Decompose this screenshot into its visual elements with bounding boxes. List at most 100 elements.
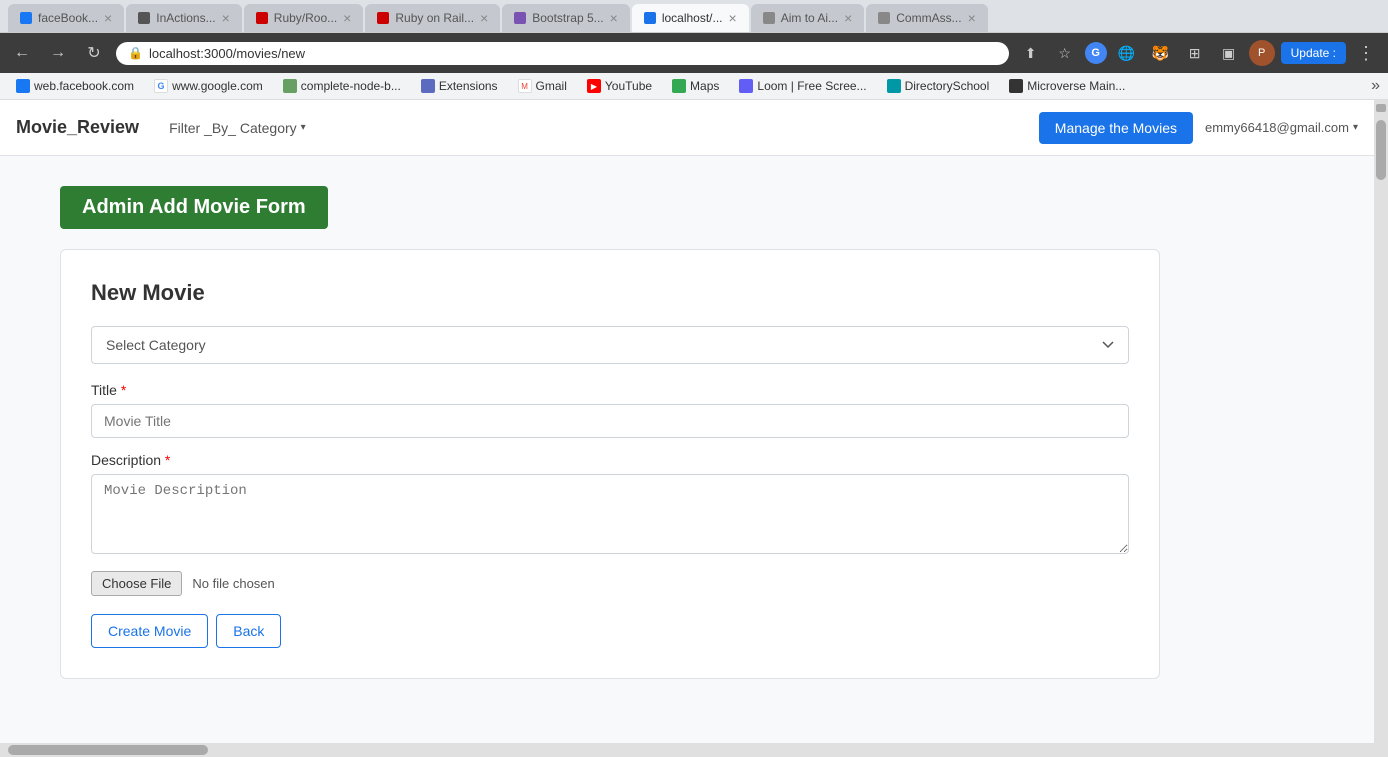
- tab-close-in[interactable]: ×: [222, 10, 230, 26]
- form-container: Admin Add Movie Form New Movie Select Ca…: [0, 156, 1374, 709]
- layout-icon[interactable]: ▣: [1215, 39, 1243, 67]
- form-card: New Movie Select Category Action Comedy …: [60, 249, 1160, 679]
- filter-chevron-icon: ▾: [301, 122, 306, 133]
- bookmark-extensions-label: Extensions: [439, 79, 498, 93]
- tab-favicon-in: [138, 12, 150, 24]
- category-select[interactable]: Select Category Action Comedy Drama Horr…: [91, 326, 1129, 364]
- menu-button[interactable]: ⋮: [1352, 39, 1380, 67]
- h-scroll-thumb[interactable]: [8, 745, 208, 755]
- g-extension-icon[interactable]: G: [1085, 42, 1107, 64]
- bookmark-facebook[interactable]: web.facebook.com: [8, 77, 142, 95]
- main-content: Movie_Review Filter _By_ Category ▾ Mana…: [0, 100, 1374, 743]
- bookmark-node-label: complete-node-b...: [301, 79, 401, 93]
- tab-close-comm[interactable]: ×: [968, 10, 976, 26]
- user-avatar[interactable]: P: [1249, 40, 1275, 66]
- bookmark-microverse[interactable]: Microverse Main...: [1001, 77, 1133, 95]
- no-file-text: No file chosen: [192, 576, 274, 591]
- manage-movies-button[interactable]: Manage the Movies: [1039, 112, 1193, 144]
- browser-chrome: ← → ↻ 🔒 localhost:3000/movies/new ⬆ ☆ G …: [0, 33, 1388, 73]
- tiger-icon[interactable]: 🐯: [1147, 39, 1175, 67]
- app-brand: Movie_Review: [16, 117, 139, 138]
- tab-bootstrap[interactable]: Bootstrap 5... ×: [502, 4, 630, 32]
- favicon-directory: [887, 79, 901, 93]
- tab-comm[interactable]: CommAss... ×: [866, 4, 988, 32]
- bookmark-microverse-label: Microverse Main...: [1027, 79, 1125, 93]
- browser-actions: ⬆ ☆ G 🌐 🐯 ⊞ ▣ P Update : ⋮: [1017, 39, 1380, 67]
- update-button[interactable]: Update :: [1281, 42, 1346, 64]
- tab-close-aim[interactable]: ×: [844, 10, 852, 26]
- tab-favicon-fb: [20, 12, 32, 24]
- tab-close-bs[interactable]: ×: [610, 10, 618, 26]
- tab-favicon-comm: [878, 12, 890, 24]
- user-chevron-icon: ▾: [1353, 122, 1358, 133]
- scroll-up-arrow[interactable]: [1376, 104, 1386, 112]
- bookmark-maps-label: Maps: [690, 79, 719, 93]
- bookmark-directory-label: DirectorySchool: [905, 79, 990, 93]
- bookmark-loom-label: Loom | Free Scree...: [757, 79, 866, 93]
- forward-nav-button[interactable]: →: [44, 39, 72, 67]
- create-movie-button[interactable]: Create Movie: [91, 614, 208, 648]
- bookmarks-more-button[interactable]: »: [1371, 77, 1380, 95]
- title-input[interactable]: [91, 404, 1129, 438]
- tab-rails[interactable]: Ruby on Rail... ×: [365, 4, 500, 32]
- bookmark-node[interactable]: complete-node-b...: [275, 77, 409, 95]
- extensions-icon[interactable]: ⊞: [1181, 39, 1209, 67]
- bookmarks-bar: web.facebook.com G www.google.com comple…: [0, 73, 1388, 100]
- description-textarea[interactable]: [91, 474, 1129, 554]
- user-email-dropdown[interactable]: emmy66418@gmail.com ▾: [1205, 120, 1358, 135]
- vertical-scrollbar[interactable]: [1374, 100, 1388, 743]
- bookmark-youtube[interactable]: ▶ YouTube: [579, 77, 660, 95]
- bookmark-google[interactable]: G www.google.com: [146, 77, 271, 95]
- tab-close-local[interactable]: ×: [729, 10, 737, 26]
- scroll-thumb[interactable]: [1376, 120, 1386, 180]
- tab-inactions[interactable]: InActions... ×: [126, 4, 242, 32]
- back-nav-button[interactable]: ←: [8, 39, 36, 67]
- title-label: Title *: [91, 382, 1129, 398]
- tab-favicon-aim: [763, 12, 775, 24]
- tab-favicon-rails: [377, 12, 389, 24]
- favicon-maps: [672, 79, 686, 93]
- tab-favicon-local: [644, 12, 656, 24]
- app-navbar: Movie_Review Filter _By_ Category ▾ Mana…: [0, 100, 1374, 156]
- tab-localhost[interactable]: localhost/... ×: [632, 4, 749, 32]
- bookmark-maps[interactable]: Maps: [664, 77, 727, 95]
- tab-close-fb[interactable]: ×: [104, 10, 112, 26]
- tab-ruby[interactable]: Ruby/Roo... ×: [244, 4, 364, 32]
- favicon-gmail: M: [518, 79, 532, 93]
- description-label: Description *: [91, 452, 1129, 468]
- tab-close-rails[interactable]: ×: [480, 10, 488, 26]
- tab-close-ruby[interactable]: ×: [343, 10, 351, 26]
- choose-file-button[interactable]: Choose File: [91, 571, 182, 596]
- filter-dropdown[interactable]: Filter _By_ Category ▾: [159, 114, 316, 142]
- favicon-microverse: [1009, 79, 1023, 93]
- globe-icon[interactable]: 🌐: [1113, 39, 1141, 67]
- favicon-google: G: [154, 79, 168, 93]
- favicon-extensions: [421, 79, 435, 93]
- tab-facebook[interactable]: faceBook... ×: [8, 4, 124, 32]
- bookmark-loom[interactable]: Loom | Free Scree...: [731, 77, 874, 95]
- bookmark-extensions[interactable]: Extensions: [413, 77, 506, 95]
- share-button[interactable]: ⬆: [1017, 39, 1045, 67]
- horizontal-scrollbar[interactable]: [0, 743, 1388, 757]
- title-required-star: *: [121, 382, 126, 398]
- bookmark-gmail-label: Gmail: [536, 79, 567, 93]
- bookmark-youtube-label: YouTube: [605, 79, 652, 93]
- favicon-node: [283, 79, 297, 93]
- url-display: localhost:3000/movies/new: [149, 46, 997, 61]
- back-button[interactable]: Back: [216, 614, 281, 648]
- tab-favicon-bs: [514, 12, 526, 24]
- refresh-button[interactable]: ↻: [80, 39, 108, 67]
- address-bar[interactable]: 🔒 localhost:3000/movies/new: [116, 42, 1009, 65]
- favicon-facebook: [16, 79, 30, 93]
- form-title-badge: Admin Add Movie Form: [60, 186, 328, 229]
- bookmark-google-label: www.google.com: [172, 79, 263, 93]
- bookmark-directory[interactable]: DirectorySchool: [879, 77, 998, 95]
- bookmark-gmail[interactable]: M Gmail: [510, 77, 575, 95]
- tab-aim[interactable]: Aim to Ai... ×: [751, 4, 865, 32]
- tab-bar: faceBook... × InActions... × Ruby/Roo...…: [0, 0, 1388, 33]
- page-wrapper: Movie_Review Filter _By_ Category ▾ Mana…: [0, 100, 1388, 743]
- favicon-loom: [739, 79, 753, 93]
- bookmark-facebook-label: web.facebook.com: [34, 79, 134, 93]
- bookmark-button[interactable]: ☆: [1051, 39, 1079, 67]
- favicon-youtube: ▶: [587, 79, 601, 93]
